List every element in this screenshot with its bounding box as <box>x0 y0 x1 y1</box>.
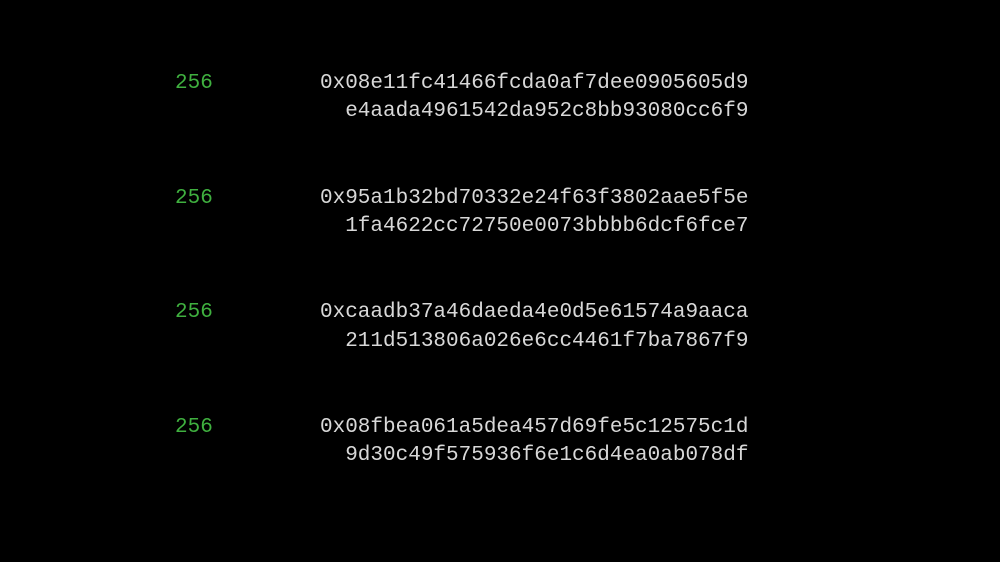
hash-entry: 256 0x08fbea061a5dea457d69fe5c12575c1d 9… <box>0 414 1000 471</box>
bit-length: 256 <box>175 414 320 441</box>
hash-value: 0xcaadb37a46daeda4e0d5e61574a9aaca 211d5… <box>320 299 748 356</box>
bit-length: 256 <box>175 185 320 212</box>
hash-value: 0x08e11fc41466fcda0af7dee0905605d9 e4aad… <box>320 70 748 127</box>
hash-entry: 256 0x95a1b32bd70332e24f63f3802aae5f5e 1… <box>0 185 1000 242</box>
hash-value: 0x95a1b32bd70332e24f63f3802aae5f5e 1fa46… <box>320 185 748 242</box>
hash-entry: 256 0xcaadb37a46daeda4e0d5e61574a9aaca 2… <box>0 299 1000 356</box>
hash-entry: 256 0x08e11fc41466fcda0af7dee0905605d9 e… <box>0 70 1000 127</box>
bit-length: 256 <box>175 299 320 326</box>
hash-value: 0x08fbea061a5dea457d69fe5c12575c1d 9d30c… <box>320 414 748 471</box>
bit-length: 256 <box>175 70 320 97</box>
